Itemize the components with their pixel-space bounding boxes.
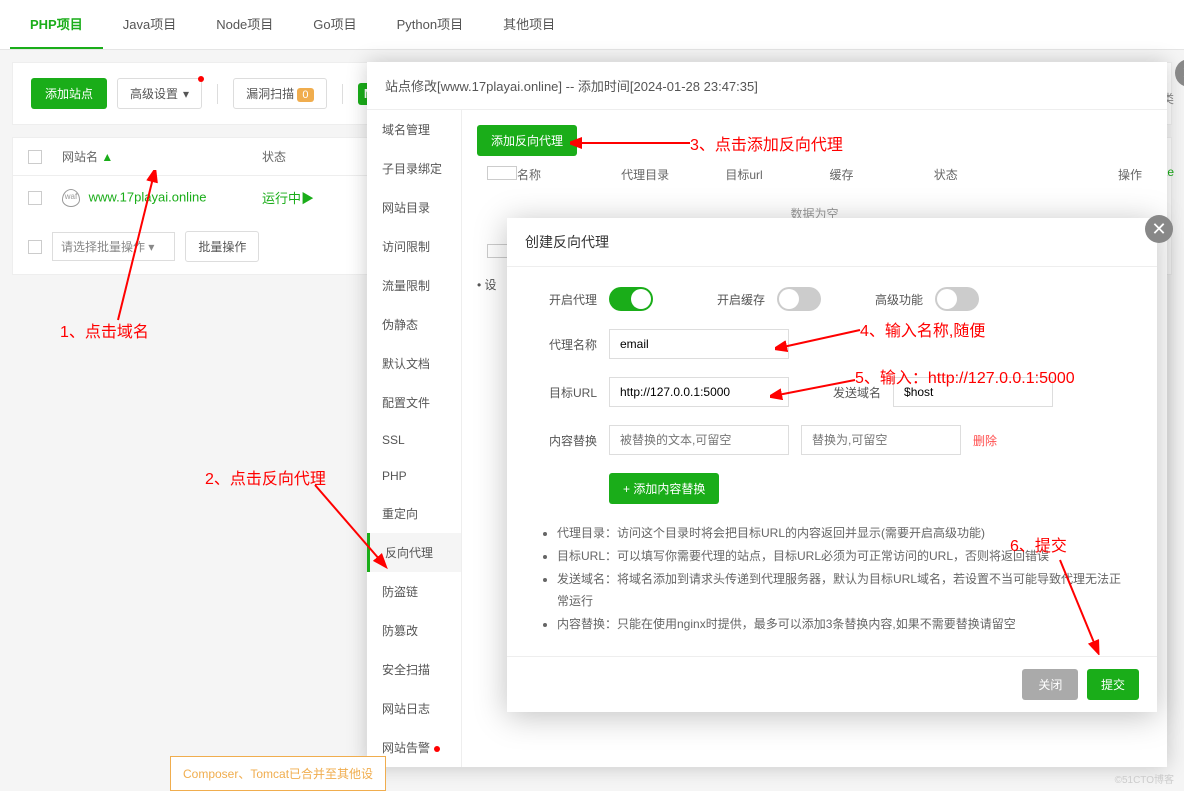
modal2-title: 创建反向代理 bbox=[507, 218, 1157, 267]
sidebar-php[interactable]: PHP bbox=[367, 458, 461, 494]
modal2-footer: 关闭 提交 bbox=[507, 656, 1157, 712]
footer-checkbox[interactable] bbox=[28, 240, 42, 254]
sidebar-subdir[interactable]: 子目录绑定 bbox=[367, 149, 461, 188]
col-url: 目标url bbox=[725, 166, 829, 183]
vuln-scan-label: 漏洞扫描 bbox=[246, 87, 294, 101]
proxy-table-header: 名称 代理目录 目标url 缓存 状态 操作 bbox=[477, 156, 1152, 193]
target-url-input[interactable] bbox=[609, 377, 789, 407]
row-checkbox[interactable] bbox=[28, 191, 42, 205]
col-name: 名称 bbox=[517, 166, 621, 183]
tips-list: 代理目录：访问这个目录时将会把目标URL的内容返回并显示(需要开启高级功能) 目… bbox=[537, 522, 1127, 636]
delete-link[interactable]: 删除 bbox=[973, 432, 997, 449]
enable-proxy-label: 开启代理 bbox=[537, 291, 597, 308]
col-op: 操作 bbox=[1038, 166, 1142, 183]
alert-dot-icon bbox=[434, 746, 440, 752]
tip-item: 目标URL：可以填写你需要代理的站点，目标URL必须为可正常访问的URL，否则将… bbox=[557, 545, 1127, 568]
batch-select[interactable]: 请选择批量操作 ▾ bbox=[52, 232, 175, 261]
top-tabs: PHP项目 Java项目 Node项目 Go项目 Python项目 其他项目 bbox=[0, 0, 1184, 50]
sidebar-reverse-proxy[interactable]: 反向代理 bbox=[367, 533, 461, 572]
sidebar-scan[interactable]: 安全扫描 bbox=[367, 650, 461, 689]
close-icon[interactable]: ✕ bbox=[1145, 215, 1173, 243]
sidebar-tamper[interactable]: 防篡改 bbox=[367, 611, 461, 650]
tab-node[interactable]: Node项目 bbox=[196, 0, 293, 49]
send-domain-input[interactable] bbox=[893, 377, 1053, 407]
col-name[interactable]: 网站名 ▲ bbox=[62, 148, 242, 165]
add-replace-button[interactable]: + 添加内容替换 bbox=[609, 473, 719, 504]
adv-settings-label: 高级设置 bbox=[130, 85, 178, 102]
proxy-name-label: 代理名称 bbox=[537, 336, 597, 353]
adv-settings-button[interactable]: 高级设置 ▾ bbox=[117, 78, 202, 109]
toggle-row: 开启代理 开启缓存 高级功能 bbox=[537, 287, 1127, 311]
url-row: 目标URL 发送域名 bbox=[537, 377, 1127, 407]
tab-other[interactable]: 其他项目 bbox=[483, 0, 575, 49]
select-all-checkbox[interactable] bbox=[28, 150, 42, 164]
col-dir: 代理目录 bbox=[621, 166, 725, 183]
col-status[interactable]: 状态 bbox=[262, 148, 322, 165]
sidebar-log[interactable]: 网站日志 bbox=[367, 689, 461, 728]
replace-row: 内容替换 删除 bbox=[537, 425, 1127, 455]
sidebar-domain[interactable]: 域名管理 bbox=[367, 110, 461, 149]
divider bbox=[217, 84, 218, 104]
tab-python[interactable]: Python项目 bbox=[377, 0, 483, 49]
chevron-down-icon: ▾ bbox=[183, 87, 189, 101]
tab-java[interactable]: Java项目 bbox=[103, 0, 196, 49]
add-site-button[interactable]: 添加站点 bbox=[31, 78, 107, 109]
enable-cache-label: 开启缓存 bbox=[717, 291, 765, 308]
name-row: 代理名称 bbox=[537, 329, 1127, 359]
sidebar-sitedir[interactable]: 网站目录 bbox=[367, 188, 461, 227]
notification-dot-icon bbox=[198, 76, 204, 82]
status-cell[interactable]: 运行中▶ bbox=[262, 188, 322, 207]
col-cache: 缓存 bbox=[830, 166, 934, 183]
sidebar-ssl[interactable]: SSL bbox=[367, 422, 461, 458]
tab-php[interactable]: PHP项目 bbox=[10, 0, 103, 49]
add-replace-row: + 添加内容替换 bbox=[537, 473, 1127, 504]
site-cell: waf www.17playai.online bbox=[62, 189, 242, 207]
vuln-count-badge: 0 bbox=[297, 88, 313, 102]
sidebar-default[interactable]: 默认文档 bbox=[367, 344, 461, 383]
vuln-scan-button[interactable]: 漏洞扫描 0 bbox=[233, 78, 326, 109]
add-proxy-button[interactable]: 添加反向代理 bbox=[477, 125, 577, 156]
batch-button[interactable]: 批量操作 bbox=[185, 231, 259, 262]
proxy-select-all[interactable] bbox=[487, 166, 517, 180]
enable-proxy-toggle[interactable] bbox=[609, 287, 653, 311]
shield-icon: waf bbox=[62, 189, 80, 207]
divider bbox=[342, 84, 343, 104]
config-sidebar: 域名管理 子目录绑定 网站目录 访问限制 流量限制 伪静态 默认文档 配置文件 … bbox=[367, 110, 462, 767]
footer-notice: Composer、Tomcat已合并至其他设 bbox=[170, 756, 386, 791]
sidebar-config[interactable]: 配置文件 bbox=[367, 383, 461, 422]
sidebar-pseudo[interactable]: 伪静态 bbox=[367, 305, 461, 344]
adv-func-label: 高级功能 bbox=[875, 291, 923, 308]
sidebar-traffic[interactable]: 流量限制 bbox=[367, 266, 461, 305]
tab-go[interactable]: Go项目 bbox=[293, 0, 376, 49]
adv-func-toggle[interactable] bbox=[935, 287, 979, 311]
modal-title: 站点修改[www.17playai.online] -- 添加时间[2024-0… bbox=[367, 62, 1167, 110]
close-button[interactable]: 关闭 bbox=[1022, 669, 1078, 700]
tip-item: 发送域名：将域名添加到请求头传递到代理服务器，默认为目标URL域名，若设置不当可… bbox=[557, 568, 1127, 614]
sidebar-redirect[interactable]: 重定向 bbox=[367, 494, 461, 533]
tip-item: 代理目录：访问这个目录时将会把目标URL的内容返回并显示(需要开启高级功能) bbox=[557, 522, 1127, 545]
create-proxy-modal: ✕ 创建反向代理 开启代理 开启缓存 高级功能 代理名称 目标URL 发送域名 … bbox=[507, 218, 1157, 712]
content-replace-label: 内容替换 bbox=[537, 432, 597, 449]
col-status: 状态 bbox=[934, 166, 1038, 183]
target-url-label: 目标URL bbox=[537, 384, 597, 401]
sidebar-access[interactable]: 访问限制 bbox=[367, 227, 461, 266]
replace-to-input[interactable] bbox=[801, 425, 961, 455]
site-link[interactable]: www.17playai.online bbox=[89, 189, 207, 204]
enable-cache-toggle[interactable] bbox=[777, 287, 821, 311]
tip-item: 内容替换：只能在使用nginx时提供，最多可以添加3条替换内容,如果不需要替换请… bbox=[557, 613, 1127, 636]
send-domain-label: 发送域名 bbox=[833, 384, 881, 401]
close-icon[interactable]: ✕ bbox=[1175, 59, 1184, 87]
replace-from-input[interactable] bbox=[609, 425, 789, 455]
annotation-1: 1、点击域名 bbox=[60, 318, 149, 342]
sidebar-hotlink[interactable]: 防盗链 bbox=[367, 572, 461, 611]
watermark: ©51CTO博客 bbox=[1115, 771, 1174, 786]
submit-button[interactable]: 提交 bbox=[1087, 669, 1139, 700]
proxy-name-input[interactable] bbox=[609, 329, 789, 359]
annotation-2: 2、点击反向代理 bbox=[205, 465, 326, 489]
